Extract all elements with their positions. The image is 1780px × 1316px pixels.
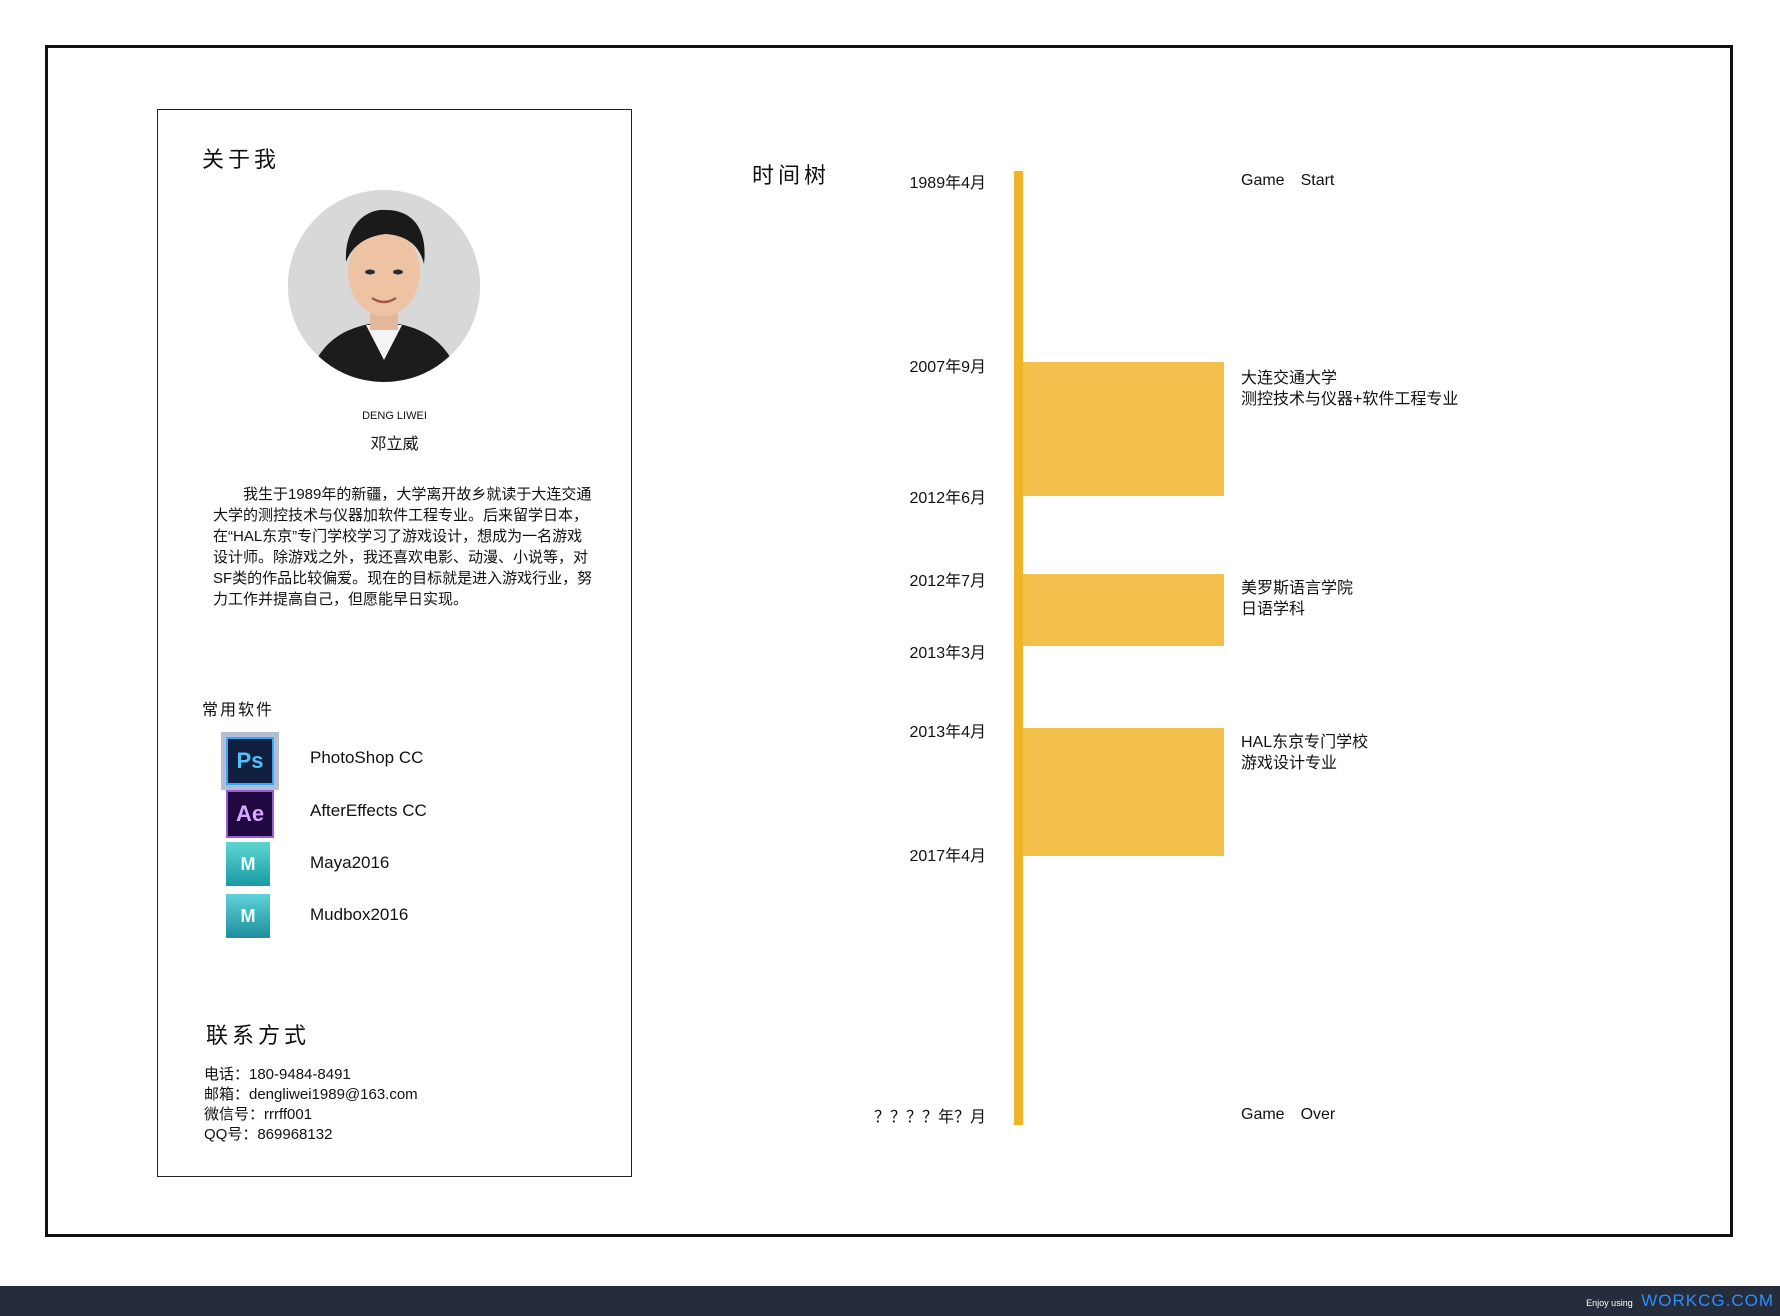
software-label: PhotoShop CC bbox=[310, 748, 424, 767]
timeline-date: 2013年4月 bbox=[909, 724, 987, 741]
footer-prefix: Enjoy using bbox=[1586, 1298, 1633, 1308]
software-title: 常用软件 bbox=[202, 702, 275, 719]
about-title: 关于我 bbox=[202, 147, 281, 172]
timeline-event-university: 大连交通大学 测控技术与仪器+软件工程专业 bbox=[1241, 368, 1458, 410]
software-label: AfterEffects CC bbox=[310, 801, 427, 820]
timeline-date: 2012年7月 bbox=[909, 573, 987, 590]
portrait-image bbox=[288, 190, 480, 382]
name-english: DENG LIWEI bbox=[362, 410, 427, 422]
contact-wechat: 微信号：rrrff001 bbox=[204, 1106, 313, 1123]
after-effects-icon: Ae bbox=[226, 790, 274, 838]
software-item-after-effects: Ae AfterEffects CC bbox=[216, 787, 596, 838]
software-item-mudbox: M Mudbox2016 bbox=[216, 891, 596, 941]
timeline-date: 2013年3月 bbox=[909, 645, 987, 662]
event-subtitle: 日语学科 bbox=[1241, 601, 1306, 618]
event-title: Game Over bbox=[1241, 1106, 1336, 1123]
footer-bar: Enjoy using WORKCG.COM bbox=[0, 1286, 1780, 1316]
timeline-bar-language-school bbox=[1023, 574, 1224, 646]
name-chinese: 邓立威 bbox=[370, 436, 419, 453]
contact-qq: QQ号：869968132 bbox=[204, 1126, 333, 1143]
timeline-event-start: Game Start bbox=[1241, 170, 1334, 191]
timeline-date: 2012年6月 bbox=[909, 490, 987, 507]
timeline-bar-hal-tokyo bbox=[1023, 728, 1224, 856]
avatar bbox=[288, 190, 480, 382]
bio-text: 我生于1989年的新疆，大学离开故乡就读于大连交通大学的测控技术与仪器加软件工程… bbox=[213, 486, 593, 608]
photoshop-icon: Ps bbox=[226, 737, 274, 785]
event-title: HAL东京专门学校 bbox=[1241, 734, 1369, 751]
software-item-photoshop: Ps PhotoShop CC bbox=[216, 734, 596, 785]
event-title: 大连交通大学 bbox=[1241, 370, 1338, 387]
timeline-event-hal-tokyo: HAL东京专门学校 游戏设计专业 bbox=[1241, 732, 1368, 774]
timeline-title: 时间树 bbox=[752, 163, 831, 188]
software-label: Maya2016 bbox=[310, 853, 390, 872]
event-title: 美罗斯语言学院 bbox=[1241, 580, 1354, 597]
event-subtitle: 游戏设计专业 bbox=[1241, 755, 1338, 772]
contact-email: 邮箱：dengliwei1989@163.com bbox=[204, 1086, 418, 1103]
footer-brand-link[interactable]: WORKCG.COM bbox=[1641, 1291, 1774, 1310]
timeline-axis bbox=[1014, 171, 1023, 1125]
software-label: Mudbox2016 bbox=[310, 905, 409, 924]
maya-icon: M bbox=[226, 842, 270, 886]
contact-title: 联系方式 bbox=[206, 1023, 311, 1048]
timeline-date: 2007年9月 bbox=[909, 359, 987, 376]
timeline-date: 2017年4月 bbox=[909, 848, 987, 865]
contact-phone: 电话：180-9484-8491 bbox=[204, 1066, 351, 1083]
event-subtitle: 测控技术与仪器+软件工程专业 bbox=[1241, 391, 1459, 408]
contact-info: 电话：180-9484-8491 邮箱：dengliwei1989@163.co… bbox=[204, 1065, 418, 1145]
timeline-event-language-school: 美罗斯语言学院 日语学科 bbox=[1241, 578, 1353, 620]
mudbox-icon: M bbox=[226, 894, 270, 938]
footer-credit: Enjoy using WORKCG.COM bbox=[1586, 1291, 1774, 1311]
timeline-event-over: Game Over bbox=[1241, 1104, 1335, 1125]
event-title: Game Start bbox=[1241, 172, 1335, 189]
timeline-date: 1989年4月 bbox=[909, 175, 987, 192]
timeline-date: ？？？？年？月 bbox=[873, 1109, 986, 1126]
timeline-bar-university bbox=[1023, 362, 1224, 496]
software-item-maya: M Maya2016 bbox=[216, 839, 596, 889]
about-panel: 关于我 DENG LIWEI 邓立威 我生于1989年的新疆，大学离开故乡就读于… bbox=[157, 109, 632, 1177]
